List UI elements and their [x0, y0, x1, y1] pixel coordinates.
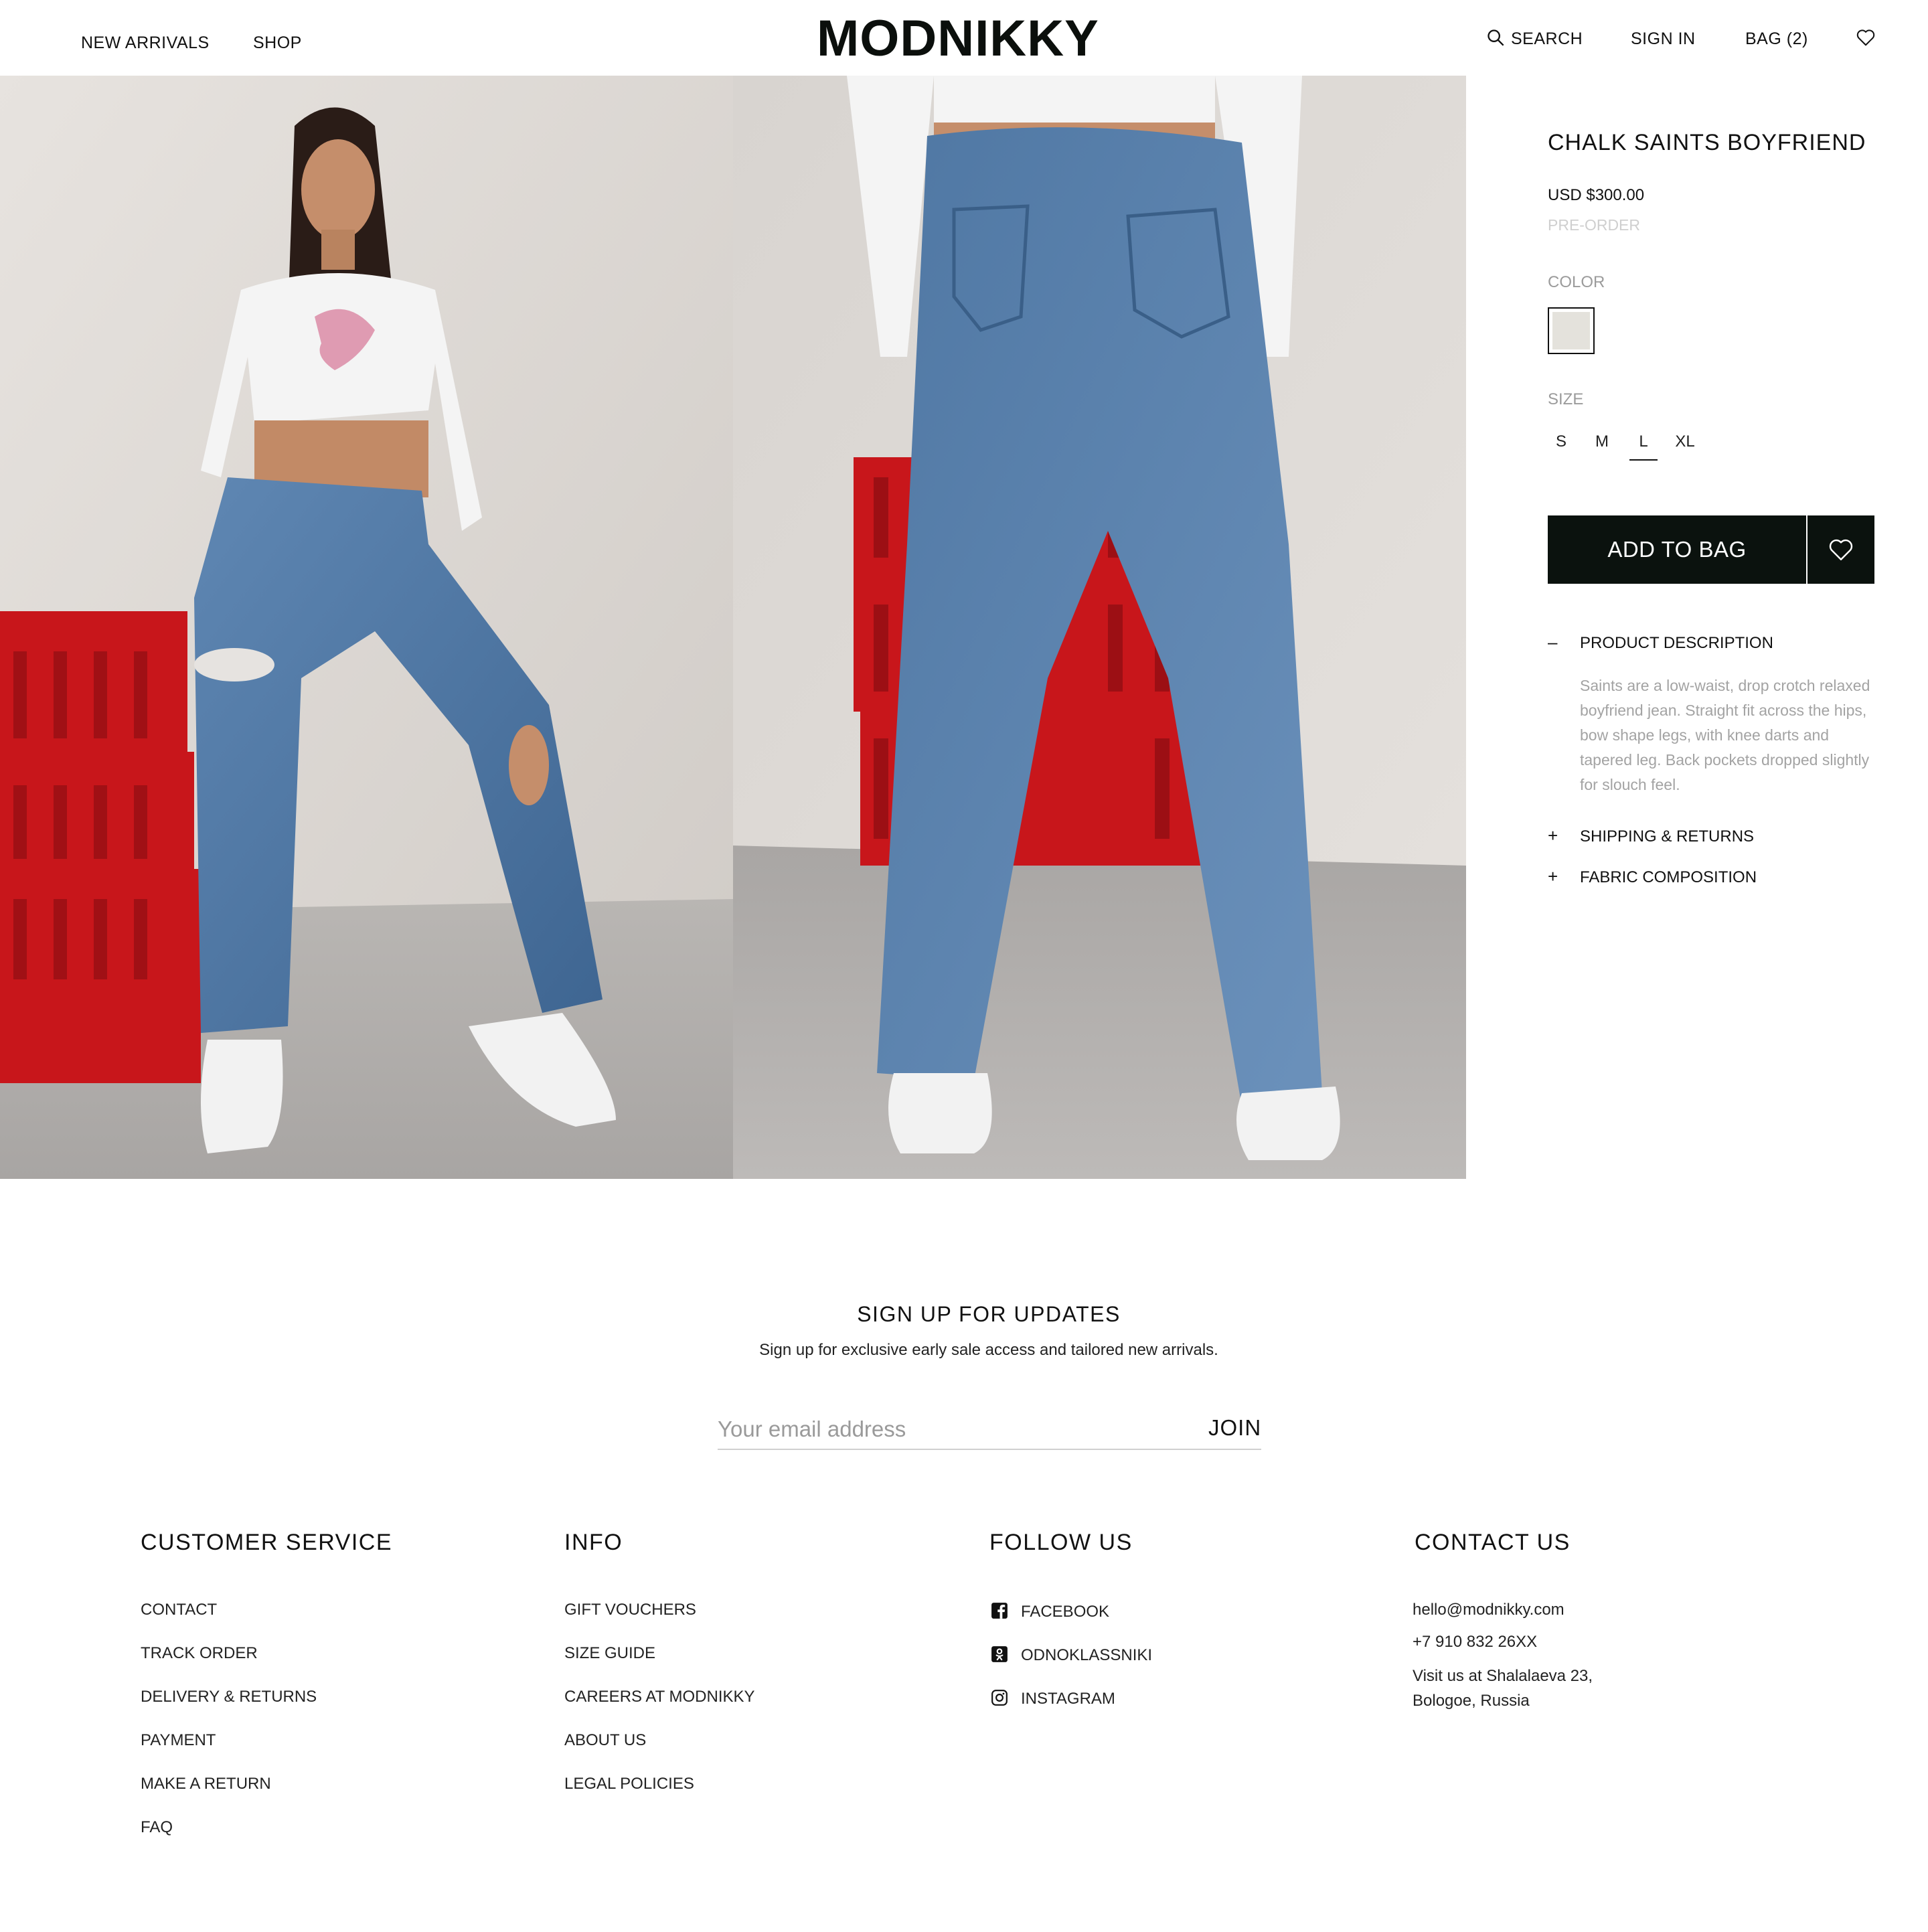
add-to-bag-button[interactable]: ADD TO BAG — [1548, 515, 1806, 584]
search-link[interactable]: SEARCH — [1511, 29, 1583, 49]
selected-size-indicator — [1629, 459, 1658, 461]
add-to-wishlist-button[interactable] — [1807, 515, 1874, 584]
nav-shop[interactable]: SHOP — [253, 33, 302, 53]
contact-email[interactable]: hello@modnikky.com — [1413, 1601, 1564, 1619]
contact-address-line2: Bologoe, Russia — [1413, 1692, 1530, 1710]
footer-link-faq[interactable]: FAQ — [141, 1818, 173, 1837]
odnoklassniki-icon[interactable] — [991, 1645, 1008, 1663]
join-button[interactable]: JOIN — [1208, 1415, 1261, 1441]
site-logo[interactable]: MODNIKKY — [817, 9, 1099, 68]
wishlist-heart-icon[interactable] — [1856, 28, 1876, 47]
footer-customer-service-title: CUSTOMER SERVICE — [141, 1530, 393, 1555]
footer-link-make-a-return[interactable]: MAKE A RETURN — [141, 1775, 271, 1793]
newsletter-title: SIGN UP FOR UPDATES — [857, 1302, 1121, 1326]
footer-link-contact[interactable]: CONTACT — [141, 1601, 217, 1619]
footer-link-delivery-returns[interactable]: DELIVERY & RETURNS — [141, 1688, 317, 1706]
facebook-icon[interactable] — [991, 1602, 1008, 1619]
color-swatch-fill — [1552, 312, 1590, 349]
footer-contact-title: CONTACT US — [1415, 1530, 1571, 1555]
product-title: CHALK SAINTS BOYFRIEND — [1548, 130, 1866, 155]
sign-in-link[interactable]: SIGN IN — [1631, 29, 1696, 49]
size-option-m[interactable]: M — [1589, 432, 1615, 451]
footer-link-instagram[interactable]: INSTAGRAM — [1021, 1690, 1115, 1708]
size-option-l[interactable]: L — [1630, 432, 1657, 451]
heart-icon — [1829, 539, 1853, 560]
accordion-fabric-composition[interactable]: FABRIC COMPOSITION — [1580, 868, 1757, 887]
nav-new-arrivals[interactable]: NEW ARRIVALS — [81, 33, 210, 53]
footer-link-gift-vouchers[interactable]: GIFT VOUCHERS — [564, 1601, 696, 1619]
footer-link-track-order[interactable]: TRACK ORDER — [141, 1644, 258, 1663]
site-header: NEW ARRIVALS SHOP MODNIKKY SEARCH SIGN I… — [0, 0, 1928, 76]
product-price: USD $300.00 — [1548, 186, 1645, 204]
size-label: SIZE — [1548, 390, 1584, 408]
newsletter-subtitle: Sign up for exclusive early sale access … — [759, 1341, 1218, 1359]
accordion-product-description[interactable]: PRODUCT DESCRIPTION — [1580, 634, 1773, 653]
footer-link-careers[interactable]: CAREERS AT MODNIKKY — [564, 1688, 755, 1706]
footer-info-title: INFO — [564, 1530, 623, 1555]
size-option-xl[interactable]: XL — [1672, 432, 1698, 451]
email-input-underline — [718, 1449, 1261, 1450]
collapse-icon[interactable]: – — [1548, 632, 1561, 653]
search-icon[interactable] — [1486, 28, 1505, 47]
product-description-text: Saints are a low-waist, drop crotch rela… — [1580, 677, 1870, 793]
contact-phone[interactable]: +7 910 832 26XX — [1413, 1633, 1537, 1652]
color-label: COLOR — [1548, 273, 1605, 291]
footer-link-payment[interactable]: PAYMENT — [141, 1731, 216, 1750]
color-swatch[interactable] — [1548, 307, 1595, 354]
accordion-shipping-returns[interactable]: SHIPPING & RETURNS — [1580, 827, 1754, 846]
bag-link[interactable]: BAG (2) — [1745, 29, 1808, 49]
product-photo-front[interactable] — [0, 76, 733, 1179]
size-option-s[interactable]: S — [1548, 432, 1575, 451]
preorder-label: PRE-ORDER — [1548, 216, 1641, 234]
footer-link-size-guide[interactable]: SIZE GUIDE — [564, 1644, 655, 1663]
instagram-icon[interactable] — [991, 1689, 1008, 1706]
footer-follow-title: FOLLOW US — [989, 1530, 1133, 1555]
footer-link-facebook[interactable]: FACEBOOK — [1021, 1603, 1109, 1621]
footer-link-odnoklassniki[interactable]: ODNOKLASSNIKI — [1021, 1646, 1152, 1665]
expand-icon[interactable]: + — [1548, 825, 1561, 846]
footer-link-about-us[interactable]: ABOUT US — [564, 1731, 646, 1750]
footer-link-legal-policies[interactable]: LEGAL POLICIES — [564, 1775, 694, 1793]
expand-icon[interactable]: + — [1548, 866, 1561, 887]
contact-address-line1: Visit us at Shalalaeva 23, — [1413, 1667, 1593, 1685]
product-photo-back[interactable] — [733, 76, 1466, 1179]
email-input[interactable] — [718, 1413, 1186, 1445]
